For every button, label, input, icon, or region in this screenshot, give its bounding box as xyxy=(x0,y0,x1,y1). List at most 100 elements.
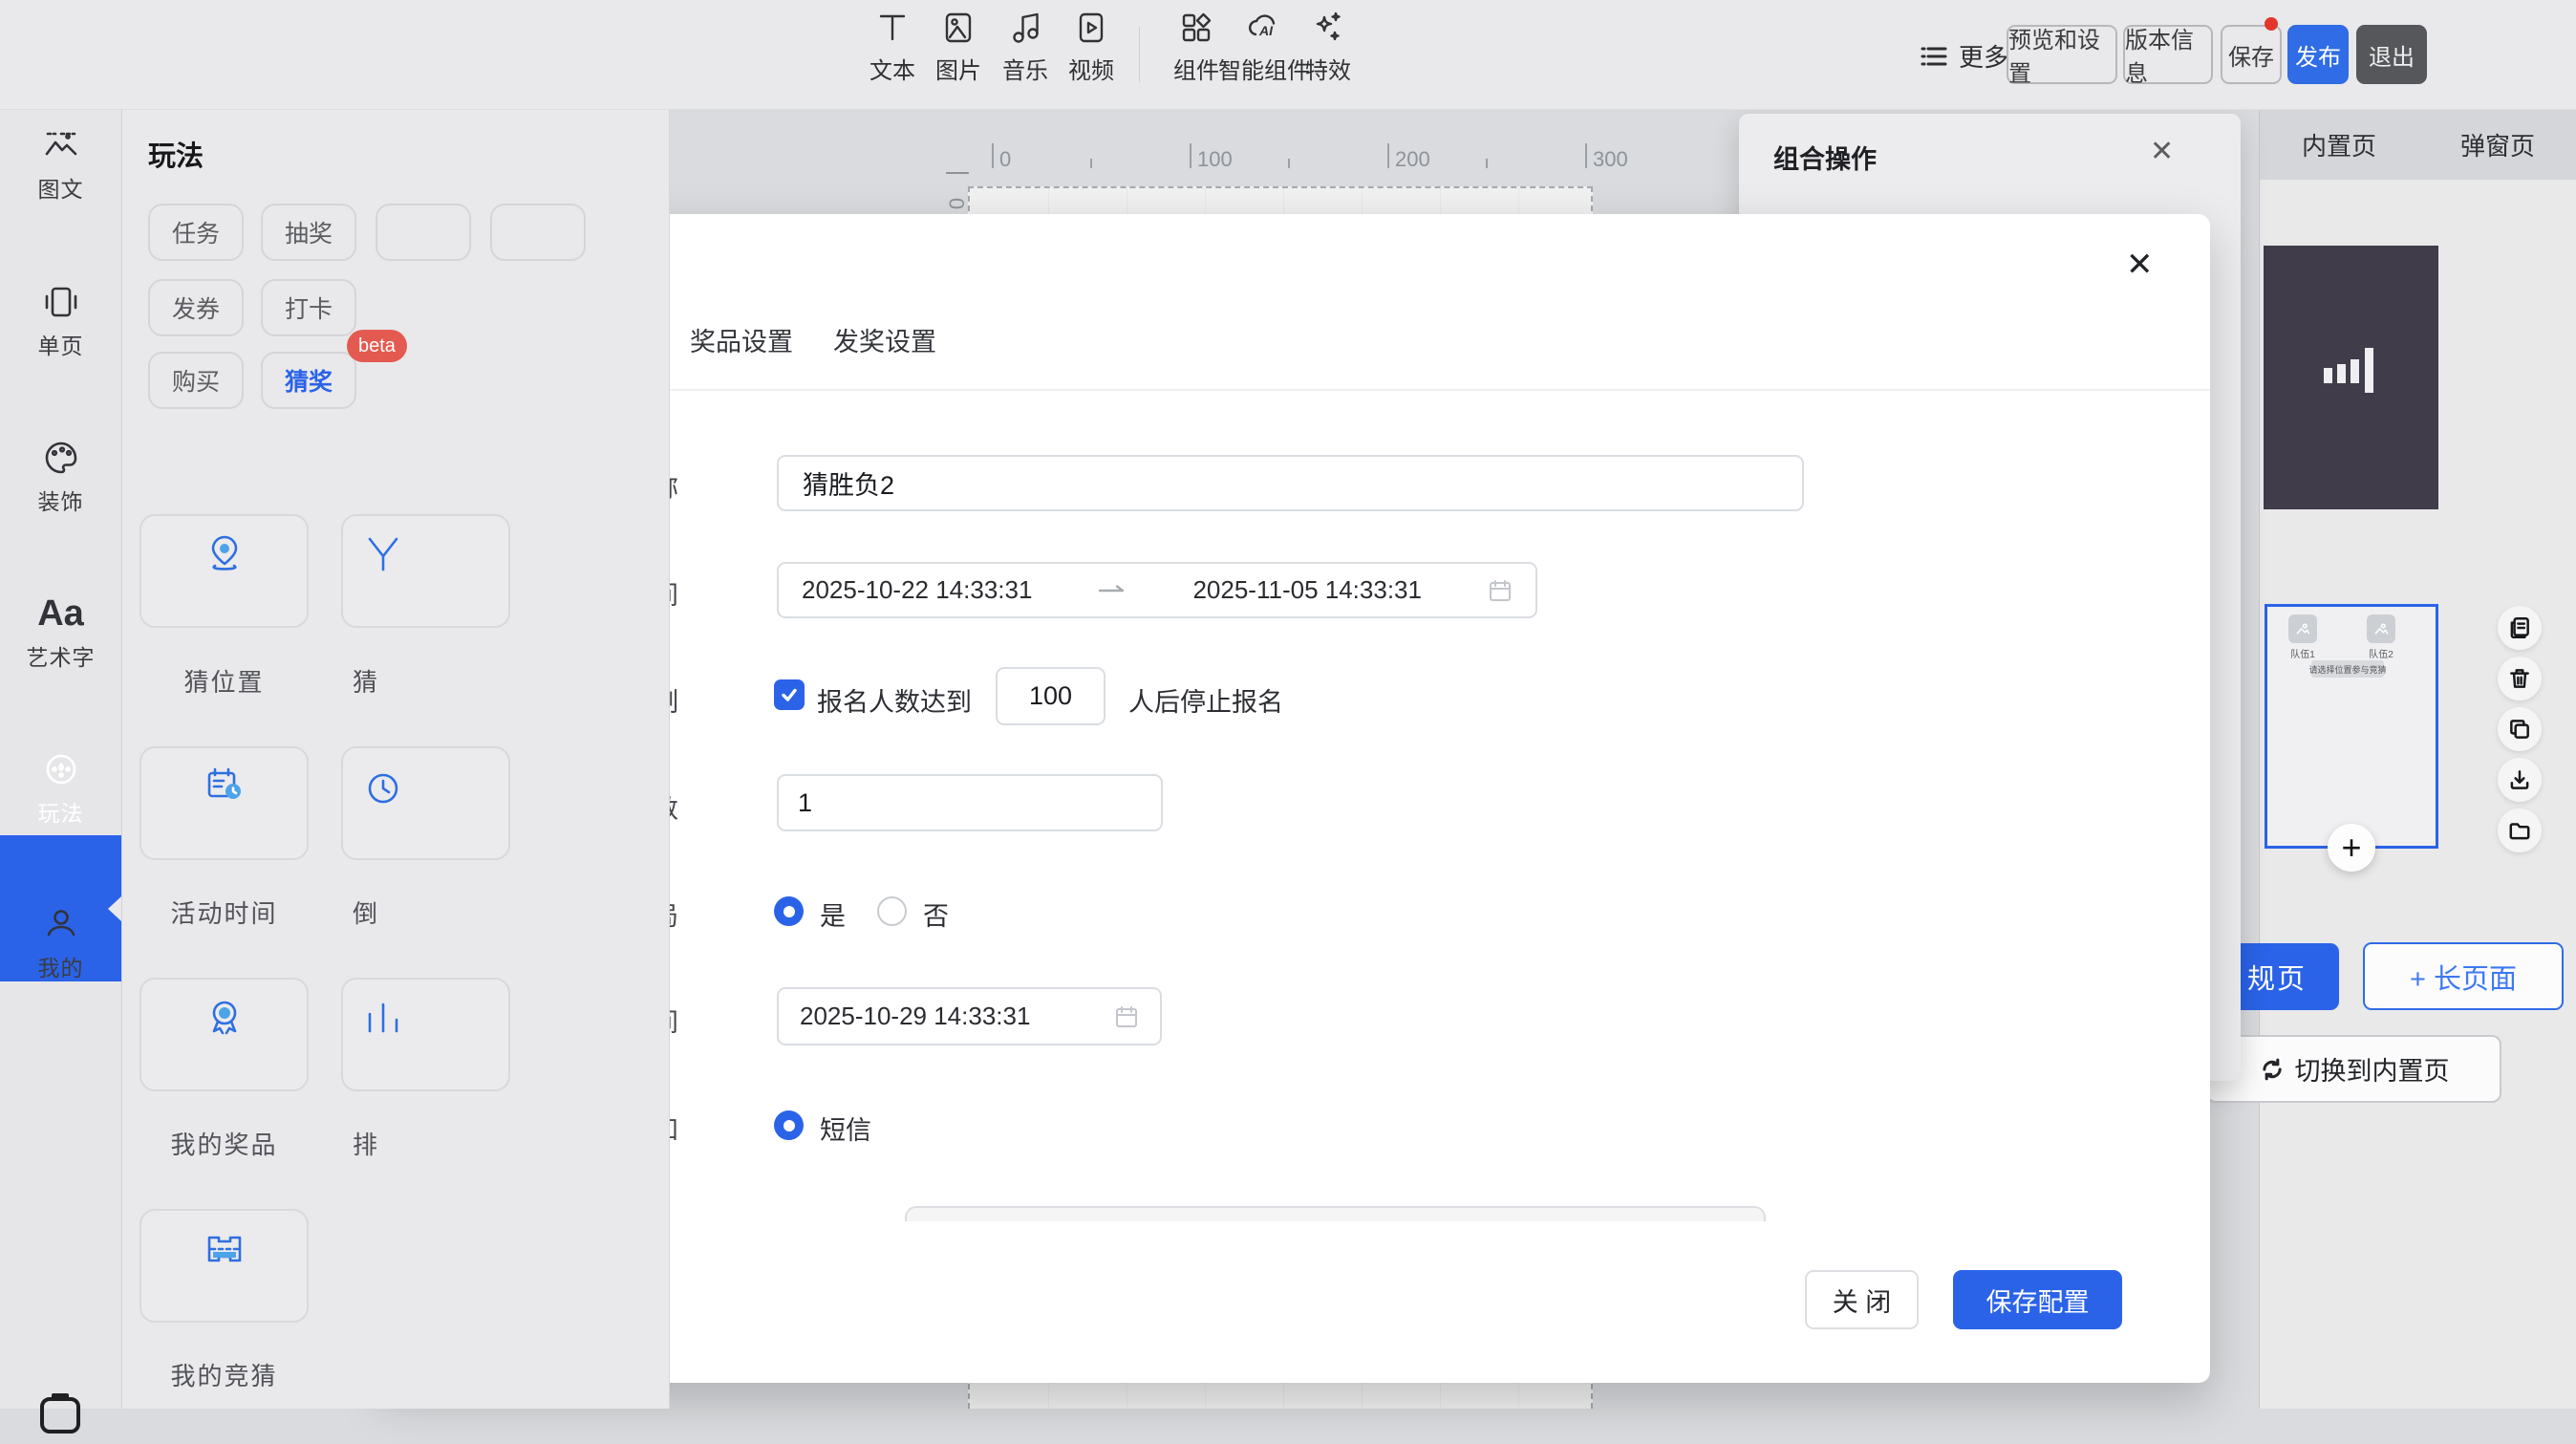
clipped-next-field xyxy=(905,1206,1766,1221)
text-icon xyxy=(874,10,911,46)
rounds-input[interactable]: 1 xyxy=(777,774,1163,831)
signal-bars-icon xyxy=(2351,359,2359,383)
draw-yes-radio[interactable] xyxy=(774,896,804,926)
ruler-minor-tick xyxy=(1090,159,1092,168)
signal-bars-icon xyxy=(2337,364,2346,383)
sidebar-item-mine[interactable]: 我的 xyxy=(0,905,121,982)
chip-checkin[interactable]: 打卡 xyxy=(261,279,356,336)
capacity-checkbox-label: 报名人数达到 xyxy=(817,681,972,719)
svg-text:AI: AI xyxy=(1258,23,1274,38)
card-partial-3[interactable] xyxy=(341,978,510,1091)
chip-task[interactable]: 任务 xyxy=(148,204,244,261)
calendar-clock-icon xyxy=(202,764,247,809)
start-datetime: 2025-10-22 14:33:31 xyxy=(802,575,1032,605)
chip-guess-prize[interactable]: 猜奖 xyxy=(261,352,356,409)
card-label: 活动时间 xyxy=(140,894,309,930)
activity-time-range-input[interactable]: 2025-10-22 14:33:31 2025-11-05 14:33:31 xyxy=(777,562,1537,618)
save-button[interactable]: 保存 xyxy=(2221,25,2282,84)
deadline-input[interactable]: 2025-10-29 14:33:31 xyxy=(777,987,1162,1045)
sidebar-item-wordart[interactable]: Aa 艺术字 xyxy=(0,594,121,672)
deadline-value: 2025-10-29 14:33:31 xyxy=(800,1002,1030,1031)
ruler-tick xyxy=(1190,143,1191,168)
page-preview-dark[interactable] xyxy=(2264,246,2438,509)
refresh-icon xyxy=(2259,1056,2286,1083)
more-button[interactable]: 更多 xyxy=(1919,38,2008,74)
switch-to-builtin-button[interactable]: 切换到内置页 xyxy=(2206,1035,2501,1103)
medal-icon xyxy=(202,995,247,1041)
top-toolbar: 文本 图片 音乐 视频 组件 AI 智能组件 特效 更多 预览和设置 版本信息 … xyxy=(0,0,2576,110)
rounds-value: 1 xyxy=(798,788,812,818)
ruler-tick xyxy=(992,143,994,168)
gameplay-panel-title: 玩法 xyxy=(148,134,204,174)
draw-yes-label: 是 xyxy=(820,895,846,933)
chip-lottery[interactable]: 抽奖 xyxy=(261,204,356,261)
chip-hidden-1[interactable] xyxy=(376,204,471,261)
chip-hidden-2[interactable] xyxy=(490,204,586,261)
page-thumbnail-selected[interactable]: 队伍1 队伍2 请选择位置参与竞猜 xyxy=(2265,604,2438,849)
card-label: 倒 xyxy=(353,894,379,930)
close-icon[interactable]: ✕ xyxy=(2150,135,2174,168)
card-activity-time[interactable] xyxy=(140,746,309,860)
modal-save-config-button[interactable]: 保存配置 xyxy=(1953,1270,2122,1329)
duplicate-icon[interactable] xyxy=(2498,707,2542,751)
folder-icon[interactable] xyxy=(2498,808,2542,852)
tab-builtin-page[interactable]: 内置页 xyxy=(2260,109,2418,180)
card-partial-1[interactable] xyxy=(341,514,510,628)
card-label: 我的奖品 xyxy=(140,1126,309,1161)
gameplay-icon xyxy=(42,750,80,788)
pages-icon[interactable] xyxy=(2498,606,2542,650)
draw-no-label: 否 xyxy=(923,895,949,933)
sidebar-item-decoration[interactable]: 装饰 xyxy=(0,439,121,516)
user-icon xyxy=(42,905,80,943)
add-long-page-button[interactable]: + 长页面 xyxy=(2363,942,2564,1010)
ruler-tick-label: 0 xyxy=(999,147,1011,172)
capacity-suffix: 人后停止报名 xyxy=(1128,681,1283,719)
card-my-guesses[interactable] xyxy=(140,1209,309,1323)
chip-coupon[interactable]: 发券 xyxy=(148,279,244,336)
capacity-input[interactable]: 100 xyxy=(996,667,1106,725)
single-page-icon xyxy=(42,283,80,321)
pages-panel-tabs: 内置页 弹窗页 xyxy=(2260,109,2576,180)
image-text-icon xyxy=(42,126,80,164)
trash-icon[interactable] xyxy=(2498,657,2542,700)
modal-close-button[interactable]: 关 闭 xyxy=(1805,1270,1919,1329)
team2-label: 队伍2 xyxy=(2352,646,2410,660)
pages-panel: 内置页 弹窗页 队伍1 队伍2 请选择位置参与竞猜 + xyxy=(2259,109,2576,1409)
card-my-prizes[interactable] xyxy=(140,978,309,1091)
sidebar-item-image-text[interactable]: 图文 xyxy=(0,126,121,204)
version-info-button[interactable]: 版本信息 xyxy=(2123,25,2213,84)
close-icon[interactable]: ✕ xyxy=(2126,248,2154,281)
partial-icon xyxy=(360,531,406,577)
add-page-button[interactable]: + xyxy=(2328,824,2375,872)
team2-image-placeholder xyxy=(2367,614,2395,643)
combine-panel-title: 组合操作 xyxy=(1773,139,1877,176)
ruler-tick-label: 300 xyxy=(1593,147,1628,172)
publish-button[interactable]: 发布 xyxy=(2287,25,2349,84)
tab-popup-page[interactable]: 弹窗页 xyxy=(2418,109,2576,180)
download-icon[interactable] xyxy=(2498,758,2542,802)
dock-partial-icon[interactable] xyxy=(34,1388,86,1426)
preview-settings-button[interactable]: 预览和设置 xyxy=(2007,25,2117,84)
card-label: 我的竞猜 xyxy=(140,1357,309,1392)
draw-no-radio[interactable] xyxy=(877,896,907,926)
tool-video[interactable]: 视频 xyxy=(1045,10,1137,85)
beta-badge: beta xyxy=(347,330,407,362)
activity-name-input[interactable]: 猜胜负2 xyxy=(777,455,1804,511)
tab-prize-settings[interactable]: 奖品设置 xyxy=(690,321,793,358)
toolbar-divider xyxy=(1139,27,1140,82)
chip-purchase[interactable]: 购买 xyxy=(148,352,244,409)
sidebar-item-single-page[interactable]: 单页 xyxy=(0,283,121,360)
more-label: 更多 xyxy=(1959,38,2008,74)
capacity-checkbox[interactable] xyxy=(774,679,805,710)
signal-bars-icon xyxy=(2365,348,2373,393)
tool-effects[interactable]: 特效 xyxy=(1282,10,1374,85)
signal-bars-icon xyxy=(2324,368,2332,383)
tab-award-settings[interactable]: 发奖设置 xyxy=(833,321,936,358)
card-partial-2[interactable] xyxy=(341,746,510,860)
notify-sms-radio[interactable] xyxy=(774,1110,804,1140)
calendar-icon xyxy=(1488,578,1513,603)
switch-to-builtin-label: 切换到内置页 xyxy=(2295,1050,2450,1088)
sidebar-item-gameplay[interactable]: 玩法 xyxy=(0,750,121,828)
exit-button[interactable]: 退出 xyxy=(2356,25,2427,84)
card-guess-position[interactable] xyxy=(140,514,309,628)
